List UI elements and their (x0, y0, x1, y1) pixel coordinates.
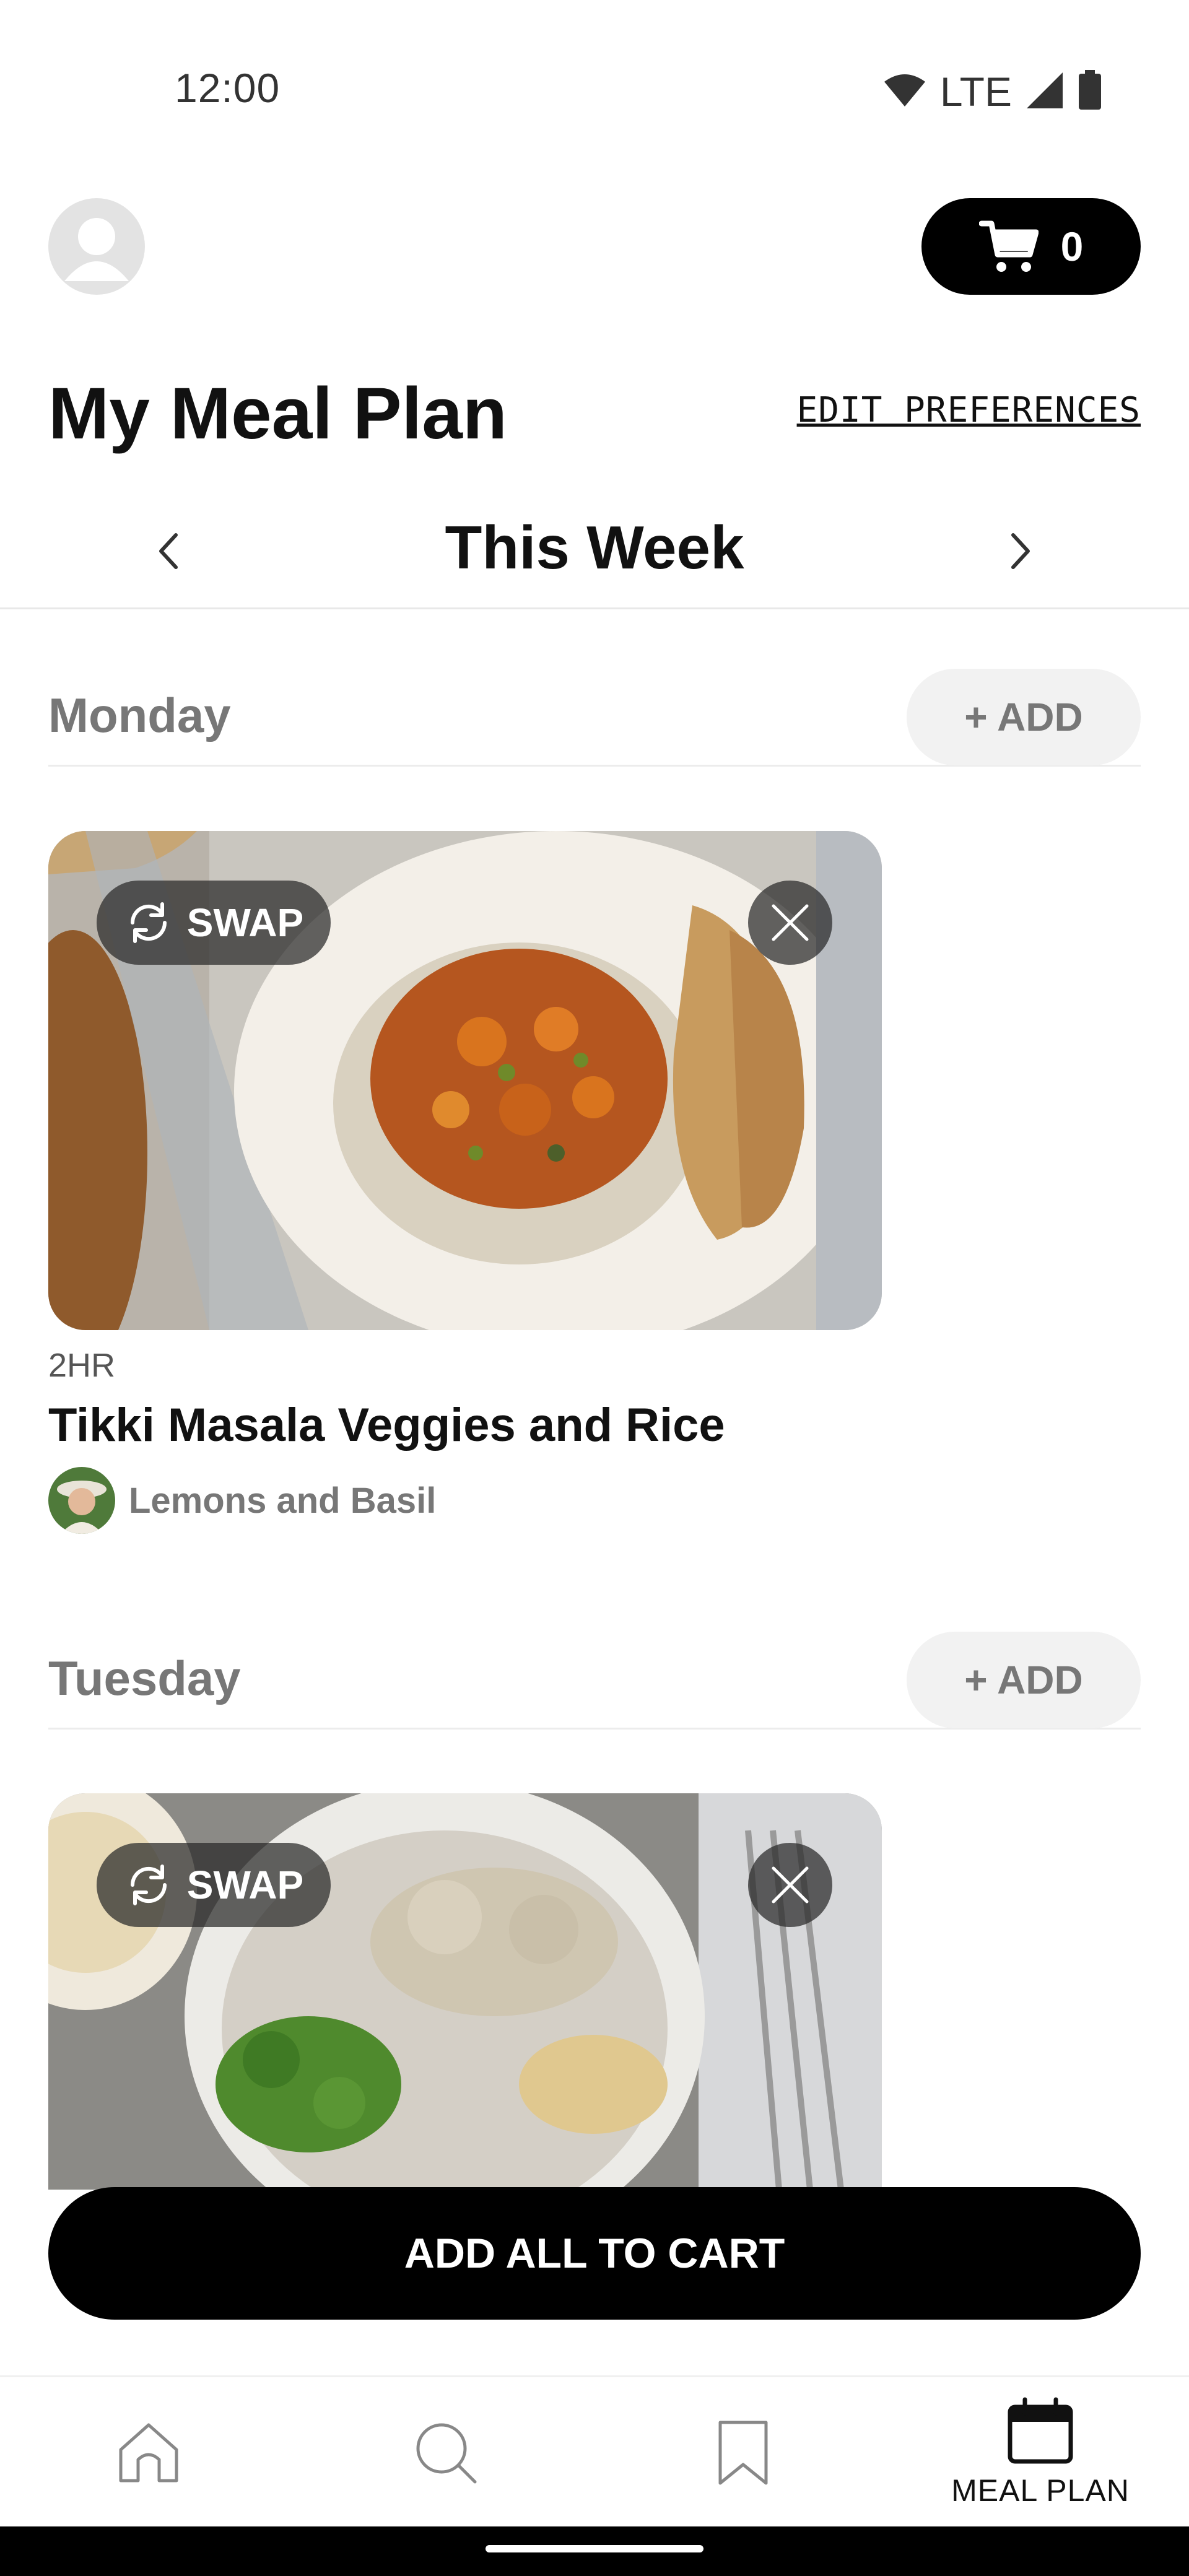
battery-icon (1078, 69, 1102, 114)
meal-image[interactable]: SWAP (48, 831, 882, 1330)
swap-label: SWAP (186, 1863, 304, 1907)
day-header-monday: Monday + ADD (48, 644, 1141, 767)
day-name: Monday (48, 688, 231, 742)
swap-label: SWAP (186, 900, 304, 945)
swap-button[interactable]: SWAP (97, 881, 331, 965)
add-meal-button[interactable]: + ADD (907, 1632, 1141, 1728)
page-title: My Meal Plan (48, 373, 508, 455)
meal-image[interactable]: SWAP (48, 1793, 882, 2190)
status-time: 12:00 (175, 65, 281, 111)
add-all-to-cart-button[interactable]: ADD ALL TO CART (48, 2187, 1141, 2320)
signal-icon (1026, 71, 1064, 113)
home-gesture-handle[interactable] (486, 2545, 703, 2552)
home-icon (119, 2423, 178, 2482)
cart-count: 0 (1060, 224, 1084, 269)
profile-avatar-button[interactable] (48, 198, 145, 295)
cart-icon (978, 220, 1039, 272)
network-type: LTE (939, 69, 1012, 115)
next-week-button[interactable] (996, 526, 1045, 576)
meal-card[interactable]: SWAP (48, 1793, 882, 2190)
day-header-tuesday: Tuesday + ADD (48, 1607, 1141, 1730)
nav-saved[interactable] (681, 2377, 805, 2528)
status-icons: LTE (883, 68, 1102, 115)
nav-meal-plan-label: MEAL PLAN (951, 2473, 1130, 2508)
meal-card[interactable]: SWAP 2HR Tikki Masala Veggies and Rice L… (48, 831, 882, 1534)
status-bar: 12:00 LTE (0, 0, 1189, 180)
remove-meal-button[interactable] (748, 881, 832, 965)
meal-time: 2HR (48, 1347, 116, 1384)
remove-meal-button[interactable] (748, 1843, 832, 1927)
swap-icon (130, 902, 167, 943)
swap-button[interactable]: SWAP (97, 1843, 331, 1927)
nav-search[interactable] (384, 2377, 508, 2528)
search-icon (416, 2423, 477, 2484)
author-avatar (48, 1467, 115, 1534)
meal-title[interactable]: Tikki Masala Veggies and Rice (48, 1398, 882, 1452)
bookmark-icon (718, 2421, 768, 2485)
week-navigation: This Week (0, 495, 1189, 609)
author-row[interactable]: Lemons and Basil (48, 1467, 882, 1534)
profile-icon (64, 218, 129, 281)
nav-home[interactable] (87, 2377, 211, 2528)
add-meal-button[interactable]: + ADD (907, 669, 1141, 765)
edit-preferences-link[interactable]: EDIT PREFERENCES (797, 390, 1141, 430)
day-name: Tuesday (48, 1651, 241, 1705)
wifi-icon (883, 73, 926, 111)
bottom-navigation: MEAL PLAN (0, 2375, 1189, 2526)
chevron-right-icon (1011, 533, 1030, 569)
close-icon (772, 1866, 809, 1904)
swap-icon (130, 1865, 167, 1905)
author-name: Lemons and Basil (129, 1480, 437, 1521)
nav-meal-plan[interactable]: MEAL PLAN (917, 2377, 1164, 2528)
calendar-icon (1008, 2397, 1073, 2464)
cart-button[interactable]: 0 (921, 198, 1141, 295)
close-icon (772, 904, 809, 941)
system-gesture-bar (0, 2526, 1189, 2576)
